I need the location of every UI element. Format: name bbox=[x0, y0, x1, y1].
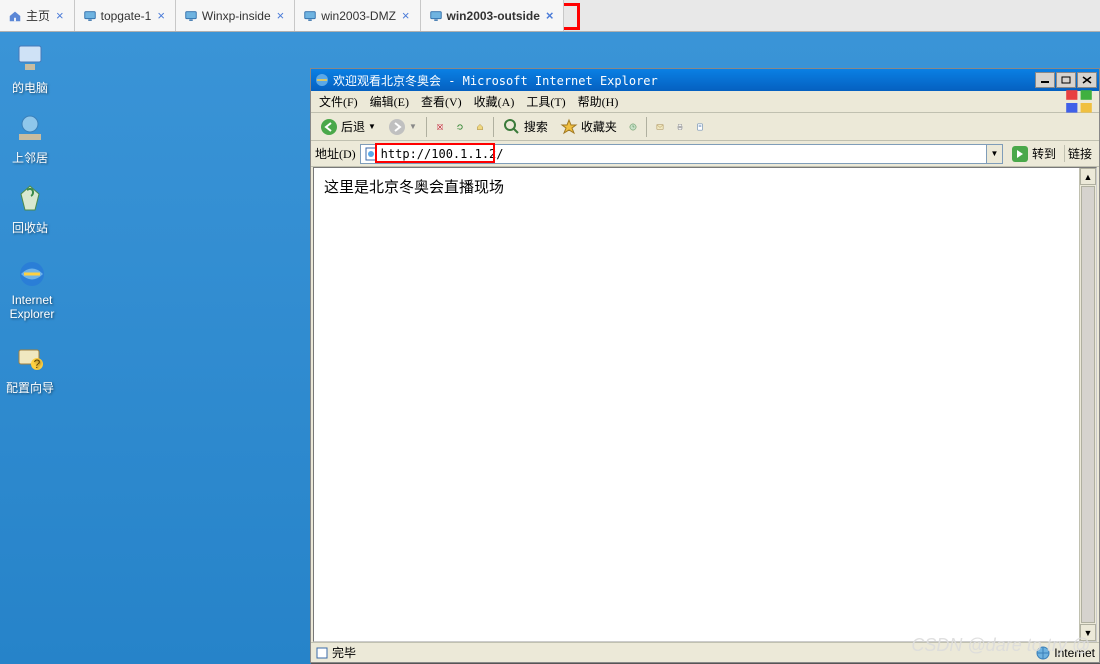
print-button[interactable] bbox=[671, 118, 689, 136]
vm-tab-label: win2003-DMZ bbox=[321, 9, 396, 23]
go-icon bbox=[1011, 145, 1029, 163]
done-icon bbox=[315, 646, 329, 660]
back-label: 后退 bbox=[341, 118, 365, 135]
desktop-icon-network[interactable]: 上邻居 bbox=[0, 112, 60, 166]
separator bbox=[426, 117, 427, 137]
monitor-icon bbox=[83, 9, 97, 23]
address-label: 地址(D) bbox=[315, 145, 356, 162]
recycle-icon bbox=[13, 182, 47, 216]
titlebar[interactable]: 欢迎观看北京冬奥会 - Microsoft Internet Explorer bbox=[311, 69, 1099, 91]
monitor-icon bbox=[184, 9, 198, 23]
menu-tools[interactable]: 工具(T) bbox=[522, 91, 569, 112]
chevron-down-icon: ▼ bbox=[991, 149, 999, 158]
scroll-down-button[interactable]: ▼ bbox=[1080, 624, 1096, 641]
desktop-icon-ie[interactable]: Internet Explorer bbox=[0, 257, 64, 322]
close-icon[interactable]: × bbox=[400, 8, 412, 23]
back-icon bbox=[320, 118, 338, 136]
status-text: 完毕 bbox=[332, 644, 356, 661]
star-icon bbox=[560, 118, 578, 136]
monitor-icon bbox=[429, 9, 443, 23]
desktop-icon-wizard[interactable]: ? 配置向导 bbox=[0, 342, 60, 396]
ie-window: 欢迎观看北京冬奥会 - Microsoft Internet Explorer … bbox=[310, 68, 1100, 663]
separator bbox=[646, 117, 647, 137]
close-icon[interactable]: × bbox=[155, 8, 167, 23]
separator bbox=[493, 117, 494, 137]
favorites-button[interactable]: 收藏夹 bbox=[555, 115, 622, 139]
home-button[interactable] bbox=[471, 118, 489, 136]
stop-button[interactable] bbox=[431, 118, 449, 136]
wizard-icon: ? bbox=[13, 342, 47, 376]
address-input[interactable] bbox=[381, 146, 986, 162]
desktop-icon-label: 的电脑 bbox=[0, 79, 60, 96]
address-bar: 地址(D) ▼ 转到 链接 bbox=[311, 141, 1099, 167]
vertical-scrollbar[interactable]: ▲ ▼ bbox=[1079, 168, 1096, 641]
vm-tab-dmz[interactable]: win2003-DMZ × bbox=[295, 0, 420, 31]
network-icon bbox=[13, 112, 47, 146]
ie-icon bbox=[315, 73, 329, 87]
scroll-up-button[interactable]: ▲ bbox=[1080, 168, 1096, 185]
desktop-icon-label: 上邻居 bbox=[0, 149, 60, 166]
monitor-icon bbox=[303, 9, 317, 23]
menu-file[interactable]: 文件(F) bbox=[315, 91, 362, 112]
home-icon bbox=[8, 9, 22, 23]
desktop-icon-recycle[interactable]: 回收站 bbox=[0, 182, 60, 236]
close-icon[interactable]: × bbox=[544, 8, 556, 23]
menu-edit[interactable]: 编辑(E) bbox=[366, 91, 413, 112]
forward-button[interactable]: ▼ bbox=[383, 115, 422, 139]
search-icon bbox=[503, 118, 521, 136]
go-button[interactable]: 转到 bbox=[1007, 145, 1060, 163]
desktop: 的电脑 上邻居 回收站 Internet Explorer ? 配置向导 欢迎观… bbox=[0, 32, 1100, 664]
desktop-icon-computer[interactable]: 的电脑 bbox=[0, 42, 60, 96]
svg-text:?: ? bbox=[34, 357, 41, 371]
history-button[interactable] bbox=[624, 118, 642, 136]
desktop-icon-label: 配置向导 bbox=[0, 379, 60, 396]
close-icon[interactable]: × bbox=[275, 8, 287, 23]
vm-tab-topgate[interactable]: topgate-1 × bbox=[75, 0, 176, 31]
back-button[interactable]: 后退 ▼ bbox=[315, 115, 381, 139]
search-button[interactable]: 搜索 bbox=[498, 115, 553, 139]
favorites-label: 收藏夹 bbox=[581, 118, 617, 135]
vm-tab-label: topgate-1 bbox=[101, 9, 152, 23]
computer-icon bbox=[13, 42, 47, 76]
chevron-down-icon: ▼ bbox=[409, 122, 417, 131]
menu-help[interactable]: 帮助(H) bbox=[574, 91, 623, 112]
edit-button[interactable] bbox=[691, 118, 709, 136]
forward-icon bbox=[388, 118, 406, 136]
window-title: 欢迎观看北京冬奥会 - Microsoft Internet Explorer bbox=[333, 72, 1035, 89]
windows-logo-icon bbox=[1063, 92, 1095, 112]
ie-icon bbox=[15, 257, 49, 291]
globe-icon bbox=[1036, 646, 1050, 660]
vm-tab-winxp[interactable]: Winxp-inside × bbox=[176, 0, 295, 31]
zone-text: Internet bbox=[1054, 646, 1095, 660]
minimize-button[interactable] bbox=[1035, 72, 1055, 88]
address-field-wrap: ▼ bbox=[360, 144, 1003, 164]
vm-tab-label: win2003-outside bbox=[447, 9, 540, 23]
vm-tab-label: 主页 bbox=[26, 7, 50, 24]
menu-favorites[interactable]: 收藏(A) bbox=[470, 91, 519, 112]
chevron-down-icon: ▼ bbox=[368, 122, 376, 131]
search-label: 搜索 bbox=[524, 118, 548, 135]
desktop-icon-label: Internet Explorer bbox=[0, 294, 64, 322]
maximize-button[interactable] bbox=[1056, 72, 1076, 88]
menu-view[interactable]: 查看(V) bbox=[417, 91, 466, 112]
mail-button[interactable] bbox=[651, 118, 669, 136]
vm-tab-home[interactable]: 主页 × bbox=[0, 0, 75, 31]
status-bar: 完毕 Internet bbox=[311, 642, 1099, 662]
vm-tab-outside[interactable]: win2003-outside × bbox=[421, 0, 565, 31]
go-label: 转到 bbox=[1032, 145, 1056, 162]
address-dropdown-button[interactable]: ▼ bbox=[986, 145, 1002, 163]
vm-tab-label: Winxp-inside bbox=[202, 9, 271, 23]
links-label[interactable]: 链接 bbox=[1064, 145, 1095, 162]
close-icon[interactable]: × bbox=[54, 8, 66, 23]
scroll-thumb[interactable] bbox=[1081, 186, 1095, 623]
vm-tab-bar: 主页 × topgate-1 × Winxp-inside × win2003-… bbox=[0, 0, 1100, 32]
page-content: 这里是北京冬奥会直播现场 ▲ ▼ bbox=[313, 167, 1097, 642]
page-body-text: 这里是北京冬奥会直播现场 bbox=[314, 168, 1096, 205]
page-icon bbox=[363, 146, 379, 162]
close-button[interactable] bbox=[1077, 72, 1097, 88]
refresh-button[interactable] bbox=[451, 118, 469, 136]
menu-bar: 文件(F) 编辑(E) 查看(V) 收藏(A) 工具(T) 帮助(H) bbox=[311, 91, 1099, 113]
toolbar: 后退 ▼ ▼ 搜索 收藏夹 bbox=[311, 113, 1099, 141]
desktop-icon-label: 回收站 bbox=[0, 219, 60, 236]
